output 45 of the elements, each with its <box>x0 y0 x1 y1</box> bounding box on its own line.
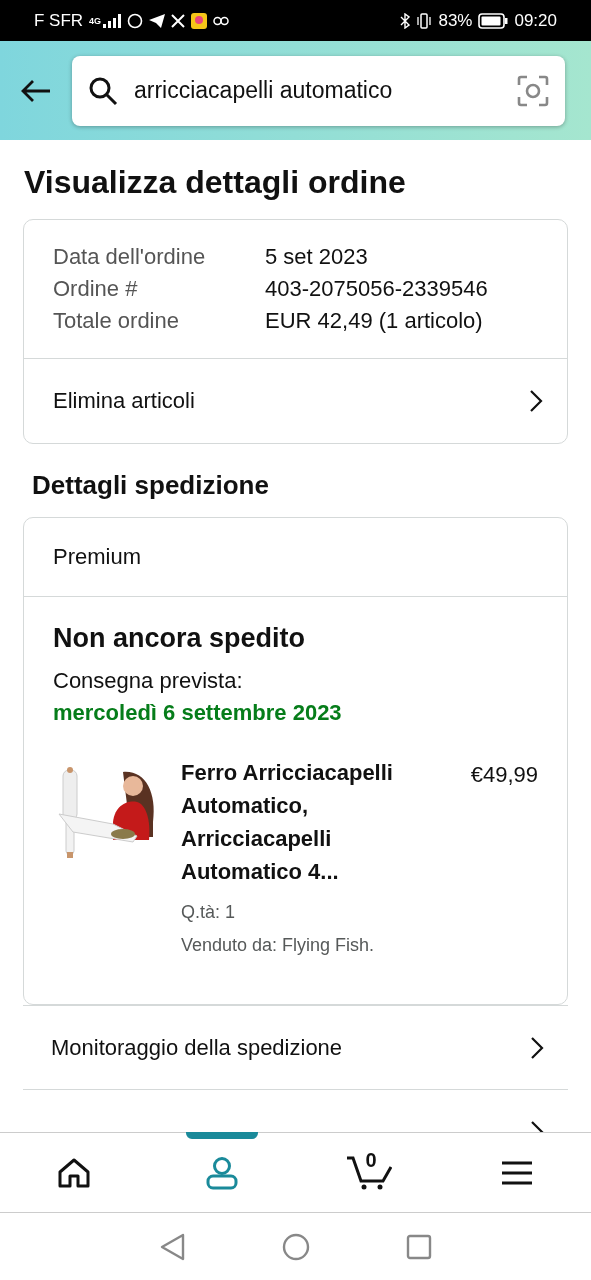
home-nav-icon[interactable] <box>281 1232 310 1261</box>
shipping-service: Premium <box>24 518 567 597</box>
network-type: 4G <box>89 15 102 26</box>
battery-percent: 83% <box>438 10 473 31</box>
carrier-name: F SFR <box>34 10 84 31</box>
cart-tab[interactable]: 0 <box>295 1133 444 1212</box>
delivery-label: Consegna prevista: <box>53 668 244 694</box>
home-icon <box>57 1157 90 1188</box>
row-label: Elimina articoli <box>53 388 195 414</box>
seller: Venduto da: Flying Fish. <box>181 934 376 957</box>
search-bar[interactable]: arricciacapelli automatico <box>72 55 565 126</box>
camera-scan-icon[interactable] <box>517 74 549 107</box>
row-label: Monitoraggio della spedizione <box>51 1034 343 1061</box>
price: €49,99 <box>470 762 538 788</box>
page-title: Visualizza dettagli ordine <box>24 164 407 201</box>
field-value: 5 set 2023 <box>265 244 369 270</box>
clock-time: 09:20 <box>514 10 557 31</box>
app-icon <box>191 12 208 29</box>
paper-plane-icon <box>149 13 166 28</box>
field-value: 403-2075056-2339546 <box>265 276 489 302</box>
search-icon <box>88 75 118 106</box>
product-name[interactable]: Ferro Arricciacapelli Automatico, Arricciacapelli Automatico 4... <box>181 756 447 888</box>
recents-nav-icon[interactable] <box>405 1233 432 1260</box>
cart-count: 0 <box>365 1148 377 1172</box>
person-icon <box>204 1155 239 1190</box>
cart-icon <box>346 1154 393 1191</box>
menu-icon <box>501 1160 534 1185</box>
back-button[interactable] <box>20 78 52 103</box>
vibrate-icon <box>416 12 433 29</box>
field-label: Ordine # <box>53 276 139 302</box>
shipment-status: Non ancora spedito <box>53 623 307 654</box>
bluetooth-icon <box>400 12 411 29</box>
delete-items-row[interactable]: Elimina articoli <box>24 359 567 443</box>
x-icon <box>171 13 186 28</box>
section-heading: Dettagli spedizione <box>32 470 270 501</box>
battery-icon <box>478 12 509 29</box>
quantity: Q.tà: 1 <box>181 901 237 924</box>
delivery-date: mercoledì 6 settembre 2023 <box>53 700 343 726</box>
back-nav-icon[interactable] <box>159 1232 186 1261</box>
search-field[interactable]: arricciacapelli automatico <box>134 77 501 104</box>
link-row[interactable]: Monitoraggio della spedizione <box>23 1005 568 1089</box>
signal-icon <box>103 13 122 28</box>
field-value: EUR 42,49 (1 articolo) <box>265 308 484 334</box>
field-label: Data dell'ordine <box>53 244 207 270</box>
field-label: Totale ordine <box>53 308 180 334</box>
